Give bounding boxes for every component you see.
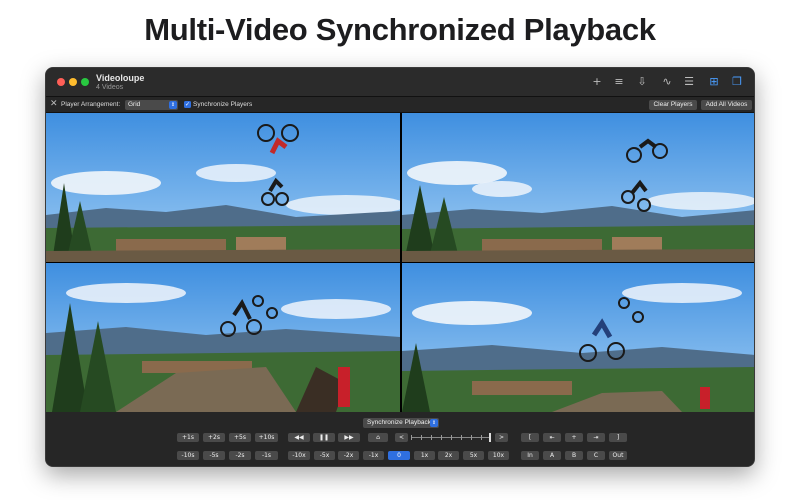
scrubber-tick bbox=[431, 435, 432, 440]
waveform-icon[interactable]: ∿ bbox=[660, 75, 674, 89]
minimize-window-button[interactable] bbox=[69, 78, 77, 86]
sync-playback-value: Synchronize Playback bbox=[367, 419, 431, 426]
video-frame bbox=[402, 113, 754, 262]
chevron-updown-icon: ⇕ bbox=[430, 419, 438, 427]
marker-c-button[interactable]: C bbox=[587, 451, 605, 460]
arrangement-select[interactable]: Grid ⇕ bbox=[125, 100, 178, 110]
marker-b-button[interactable]: B bbox=[565, 451, 583, 460]
speed-2x-button[interactable]: 2x bbox=[438, 451, 459, 460]
step-forward-5s-button[interactable]: +5s bbox=[229, 433, 251, 442]
video-player[interactable] bbox=[402, 113, 754, 262]
speed-5x-button[interactable]: 5x bbox=[463, 451, 484, 460]
step-back-1s-button[interactable]: -1s bbox=[255, 451, 278, 460]
scrubber-tick bbox=[451, 435, 452, 440]
video-player[interactable] bbox=[46, 263, 400, 412]
options-bar: ✕ Player Arrangement: Grid ⇕ ✓ Synchroni… bbox=[46, 97, 754, 113]
fast-forward-icon[interactable]: ▶▶ bbox=[338, 433, 360, 442]
mark-out-bracket-button[interactable]: ] bbox=[609, 433, 627, 442]
speed-minus-1x-button[interactable]: -1x bbox=[363, 451, 384, 460]
sliders-icon[interactable]: ☰ bbox=[682, 75, 696, 89]
list-icon[interactable]: ≡ bbox=[612, 75, 626, 89]
step-back-10s-button[interactable]: -10s bbox=[177, 451, 199, 460]
mark-in-bracket-button[interactable]: [ bbox=[521, 433, 539, 442]
scrubber-tick bbox=[461, 435, 462, 440]
video-frame bbox=[46, 113, 400, 262]
step-forward-1s-button[interactable]: +1s bbox=[177, 433, 199, 442]
step-forward-2s-button[interactable]: +2s bbox=[203, 433, 225, 442]
scrubber-tick bbox=[421, 435, 422, 440]
window-icon[interactable]: ❐ bbox=[730, 75, 744, 89]
speed-zero-button[interactable]: 0 bbox=[388, 451, 410, 460]
video-frame bbox=[46, 263, 400, 412]
window-title: Videoloupe bbox=[96, 73, 145, 83]
arrangement-value: Grid bbox=[128, 101, 141, 108]
in-point-button[interactable]: In bbox=[521, 451, 539, 460]
sync-players-label: Synchronize Players bbox=[193, 101, 253, 108]
speed-minus-5x-button[interactable]: -5x bbox=[314, 451, 335, 460]
video-frame bbox=[402, 263, 754, 412]
arrangement-label: Player Arrangement: bbox=[61, 101, 121, 108]
marker-a-button[interactable]: A bbox=[543, 451, 561, 460]
title-bar: Videoloupe 4 Videos + ≡ ⇩ ∿ ☰ ⊞ ❐ bbox=[46, 68, 754, 97]
go-to-end-icon[interactable]: ⇥ bbox=[587, 433, 605, 442]
sync-playback-select[interactable]: Synchronize Playback ⇕ bbox=[363, 418, 439, 428]
zoom-window-button[interactable] bbox=[81, 78, 89, 86]
speed-1x-button[interactable]: 1x bbox=[414, 451, 435, 460]
close-icon[interactable]: ✕ bbox=[50, 99, 58, 109]
speed-minus-2x-button[interactable]: -2x bbox=[338, 451, 359, 460]
add-marker-button[interactable]: + bbox=[565, 433, 583, 442]
close-window-button[interactable] bbox=[57, 78, 65, 86]
scrubber[interactable] bbox=[411, 433, 491, 442]
headline: Multi-Video Synchronized Playback bbox=[144, 12, 656, 47]
sync-players-checkbox[interactable]: ✓ bbox=[184, 101, 191, 108]
video-player[interactable] bbox=[402, 263, 754, 412]
plus-icon[interactable]: + bbox=[590, 75, 604, 89]
scrubber-tick bbox=[441, 435, 442, 440]
app-window: Videoloupe 4 Videos + ≡ ⇩ ∿ ☰ ⊞ ❐ ✕ Play… bbox=[45, 67, 755, 467]
step-back-2s-button[interactable]: -2s bbox=[229, 451, 251, 460]
clear-players-button[interactable]: Clear Players bbox=[649, 100, 697, 110]
out-point-button[interactable]: Out bbox=[609, 451, 627, 460]
speed-10x-button[interactable]: 10x bbox=[488, 451, 509, 460]
add-all-videos-button[interactable]: Add All Videos bbox=[701, 100, 752, 110]
pause-icon[interactable]: ❚❚ bbox=[313, 433, 335, 442]
scrubber-tick bbox=[411, 435, 412, 440]
scrubber-thumb[interactable] bbox=[489, 433, 491, 442]
scrubber-tick bbox=[481, 435, 482, 440]
scrubber-tick bbox=[471, 435, 472, 440]
scrub-next-button[interactable]: > bbox=[495, 433, 508, 442]
scrub-previous-button[interactable]: < bbox=[395, 433, 408, 442]
home-icon[interactable]: ⌂ bbox=[368, 433, 388, 442]
chevron-updown-icon: ⇕ bbox=[169, 101, 177, 109]
step-back-5s-button[interactable]: -5s bbox=[203, 451, 225, 460]
video-grid bbox=[46, 113, 754, 412]
video-player[interactable] bbox=[46, 113, 400, 262]
go-to-start-icon[interactable]: ⇤ bbox=[543, 433, 561, 442]
speed-minus-10x-button[interactable]: -10x bbox=[288, 451, 310, 460]
grid-icon[interactable]: ⊞ bbox=[707, 75, 721, 89]
playback-controls: Synchronize Playback ⇕ +1s +2s +5s +10s … bbox=[46, 412, 754, 466]
step-forward-10s-button[interactable]: +10s bbox=[255, 433, 278, 442]
window-subtitle: 4 Videos bbox=[96, 84, 124, 91]
export-icon[interactable]: ⇩ bbox=[635, 75, 649, 89]
rewind-icon[interactable]: ◀◀ bbox=[288, 433, 310, 442]
